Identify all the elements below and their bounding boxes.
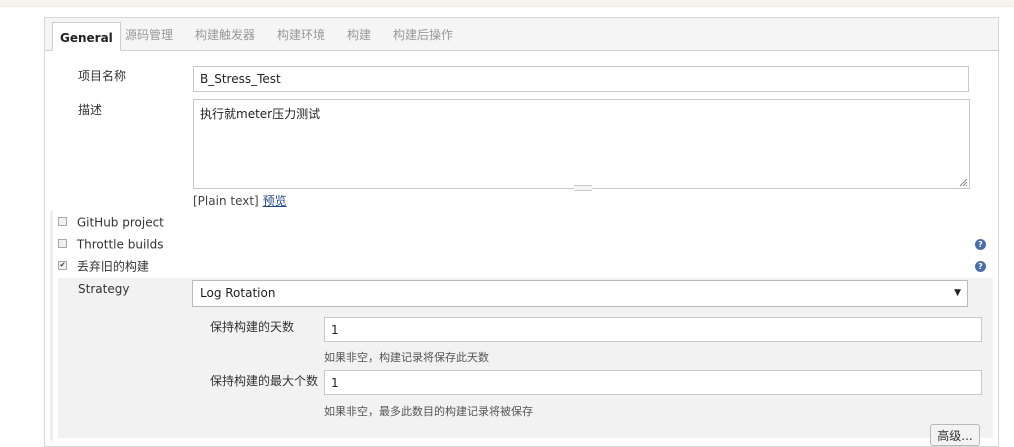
github-project-checkbox[interactable] (58, 217, 67, 226)
option-github-project[interactable]: GitHub project (58, 214, 164, 230)
discard-old-builds-help-icon[interactable]: ? (975, 261, 986, 272)
discard-old-builds-checkbox[interactable]: ✔ (58, 261, 67, 270)
project-name-label: 项目名称 (78, 69, 127, 83)
plain-text-label: [Plain text] (193, 194, 259, 208)
tab-build[interactable]: 构建 (347, 18, 371, 50)
top-strip (0, 0, 1014, 7)
max-builds-input[interactable]: 1 (324, 370, 982, 395)
section-guide (50, 211, 53, 441)
option-throttle-builds[interactable]: Throttle builds (58, 236, 163, 252)
advanced-button[interactable]: 高级... (930, 424, 980, 446)
days-to-keep-input[interactable]: 1 (324, 317, 982, 342)
github-project-label: GitHub project (76, 215, 164, 230)
dropdown-arrow-icon: ▼ (954, 288, 961, 298)
strategy-select[interactable]: Log Rotation ▼ (192, 280, 968, 307)
max-builds-label: 保持构建的最大个数 (210, 374, 319, 388)
description-format: [Plain text] 预览 (193, 192, 287, 209)
tab-source-code-management[interactable]: 源码管理 (125, 18, 173, 50)
discard-old-builds-label: 丢弃旧的构建 (76, 259, 149, 274)
description-label: 描述 (78, 103, 103, 117)
days-to-keep-label: 保持构建的天数 (210, 320, 295, 334)
max-builds-hint: 如果非空，最多此数目的构建记录将被保存 (324, 405, 533, 418)
option-discard-old-builds[interactable]: ✔ 丢弃旧的构建 (58, 258, 149, 274)
throttle-builds-label: Throttle builds (76, 237, 164, 252)
textarea-drag-handle[interactable] (574, 185, 592, 191)
resize-grip-icon[interactable] (959, 178, 968, 187)
strategy-selected-value: Log Rotation (200, 286, 276, 300)
description-textarea[interactable]: 执行就meter压力测试 (193, 99, 970, 191)
tab-post-build-actions[interactable]: 构建后操作 (393, 18, 453, 50)
tab-build-environment[interactable]: 构建环境 (277, 18, 325, 50)
description-text: 执行就meter压力测试 (200, 107, 321, 121)
tab-build-triggers[interactable]: 构建触发器 (195, 18, 255, 50)
project-name-input[interactable]: B_Stress_Test (193, 66, 969, 92)
throttle-builds-checkbox[interactable] (58, 239, 67, 248)
strategy-label: Strategy (78, 282, 130, 296)
tab-general[interactable]: General (52, 22, 121, 51)
throttle-builds-help-icon[interactable]: ? (975, 239, 986, 250)
preview-link[interactable]: 预览 (263, 194, 287, 208)
days-to-keep-hint: 如果非空，构建记录将保存此天数 (324, 351, 489, 364)
tab-bar: General 源码管理 构建触发器 构建环境 构建 构建后操作 (45, 18, 998, 51)
